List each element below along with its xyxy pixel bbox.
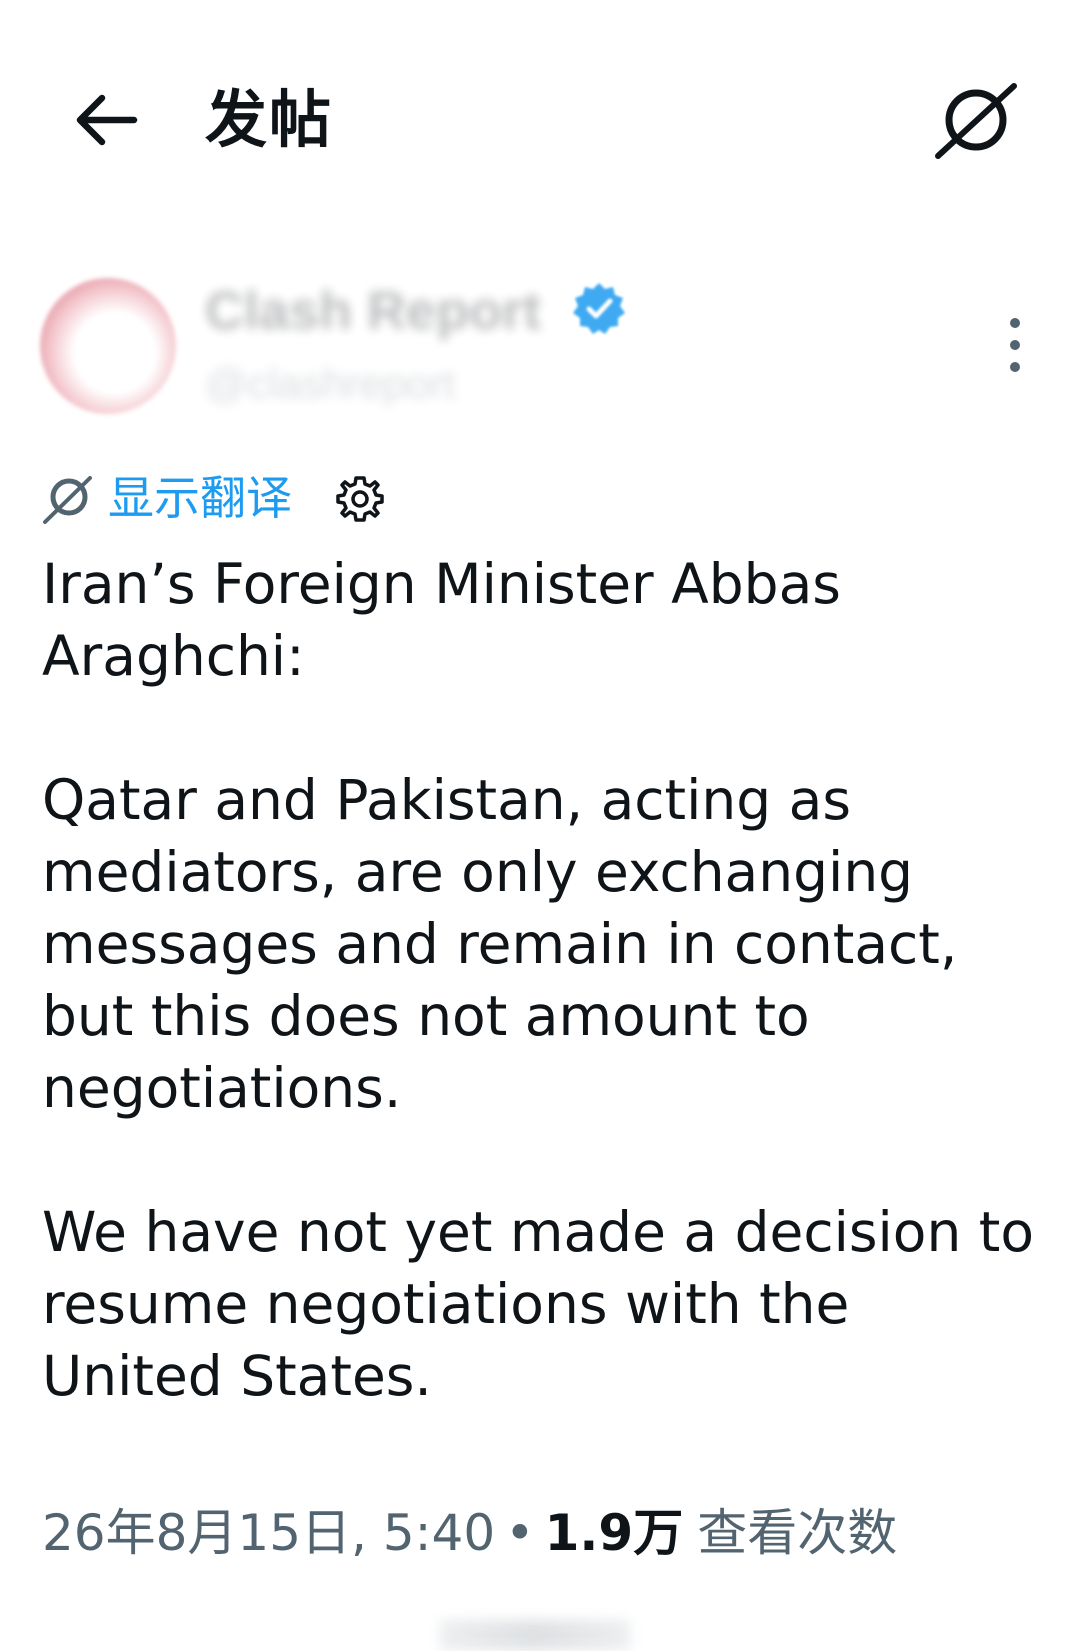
display-name[interactable]: Clash Report bbox=[205, 280, 541, 342]
tweet-paragraph: Iran’s Foreign Minister Abbas Araghchi: bbox=[42, 552, 841, 688]
author-row: Clash Report @clashreport bbox=[0, 250, 1080, 440]
tweet-meta: 26年8月15日, 5:40 • 1.9万 查看次数 bbox=[42, 1500, 1042, 1566]
tweet-paragraph: Qatar and Pakistan, acting as mediators,… bbox=[42, 768, 958, 1120]
views-label: 查看次数 bbox=[697, 1504, 898, 1562]
top-bar: 发帖 bbox=[0, 0, 1080, 250]
timestamp[interactable]: 26年8月15日, 5:40 bbox=[42, 1504, 495, 1562]
arrow-left-icon bbox=[76, 94, 138, 146]
more-vertical-icon bbox=[1010, 318, 1020, 372]
tweet-paragraph: We have not yet made a decision to resum… bbox=[42, 1200, 1035, 1408]
show-translation-link[interactable]: 显示翻译 bbox=[108, 468, 292, 528]
translate-row: 显示翻译 bbox=[40, 468, 560, 538]
translate-slash-icon bbox=[935, 83, 1017, 159]
translate-button[interactable] bbox=[930, 80, 1022, 164]
separator-dot: • bbox=[505, 1504, 535, 1562]
page-title: 发帖 bbox=[205, 83, 334, 156]
verified-badge-icon bbox=[573, 283, 625, 334]
translate-slash-small-icon bbox=[43, 476, 92, 524]
back-button[interactable] bbox=[72, 88, 152, 152]
avatar[interactable] bbox=[40, 278, 176, 414]
more-options-button[interactable] bbox=[990, 310, 1040, 380]
blurred-watermark bbox=[440, 1620, 630, 1650]
views-count[interactable]: 1.9万 bbox=[545, 1504, 684, 1562]
handle[interactable]: @clashreport bbox=[205, 360, 455, 408]
tweet-text: Iran’s Foreign Minister Abbas Araghchi: … bbox=[42, 548, 1042, 1484]
gear-icon[interactable] bbox=[335, 474, 385, 524]
